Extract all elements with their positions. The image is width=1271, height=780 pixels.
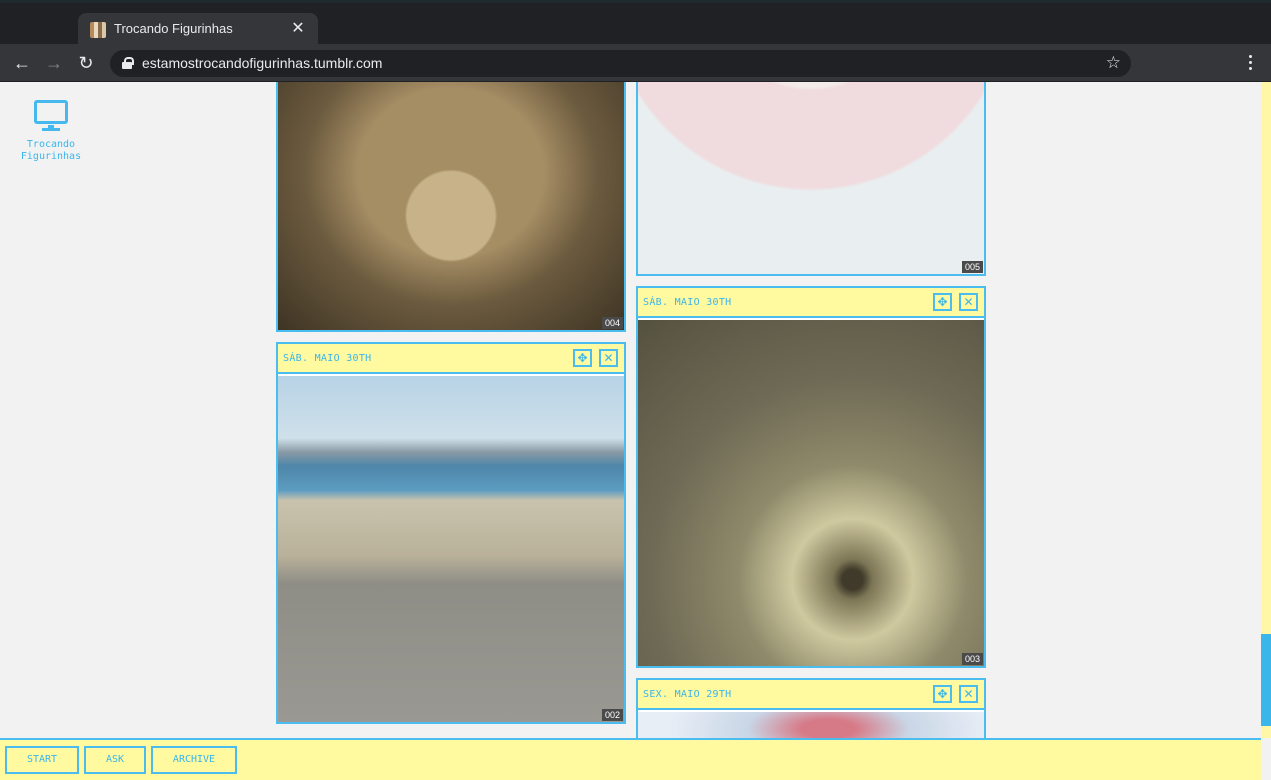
browser-tab[interactable]: Trocando Figurinhas ✕ [78, 13, 318, 47]
lock-icon[interactable] [122, 57, 134, 69]
post-date: SEX. MAIO 29TH [643, 689, 732, 700]
move-icon[interactable]: ✥ [933, 293, 952, 311]
post-image[interactable] [638, 82, 984, 274]
kebab-menu-icon[interactable] [1240, 52, 1260, 74]
move-icon[interactable]: ✥ [933, 685, 952, 703]
close-icon[interactable]: ✕ [959, 685, 978, 703]
start-button[interactable]: START [5, 746, 79, 774]
post-number: 004 [601, 317, 623, 329]
browser-tabstrip: Trocando Figurinhas ✕ [0, 0, 1271, 47]
post-image[interactable] [278, 82, 624, 330]
forward-arrow-icon[interactable]: → [42, 51, 66, 75]
browser-toolbar: ← → ↻ estamostrocandofigurinhas.tumblr.c… [0, 44, 1271, 82]
post-number: 003 [961, 653, 983, 665]
post-header[interactable]: SÁB. MAIO 30TH ✥ ✕ [638, 288, 984, 318]
post-header[interactable]: SÁB. MAIO 30TH ✥ ✕ [278, 344, 624, 374]
scrollbar-thumb[interactable] [1261, 634, 1271, 726]
reload-icon[interactable]: ↻ [74, 51, 98, 75]
desktop-icon[interactable]: Trocando Figurinhas [16, 100, 86, 163]
post-number: 002 [601, 709, 623, 721]
post-header[interactable]: SEX. MAIO 29TH ✥ ✕ [638, 680, 984, 710]
post-date: SÁB. MAIO 30TH [283, 353, 372, 364]
post-window: 004 [276, 82, 626, 332]
archive-button[interactable]: ARCHIVE [151, 746, 237, 774]
page-viewport: Trocando Figurinhas 004 005 SÁB. MAIO 30… [0, 82, 1271, 780]
desktop-icon-label: Trocando Figurinhas [20, 139, 82, 162]
post-image[interactable] [278, 376, 624, 722]
close-icon[interactable]: ✕ [599, 349, 618, 367]
post-window: 005 [636, 82, 986, 276]
bookmark-star-icon[interactable]: ☆ [1106, 53, 1121, 73]
post-window: SÁB. MAIO 30TH ✥ ✕ 003 [636, 286, 986, 668]
tab-title: Trocando Figurinhas [114, 21, 233, 36]
post-window: SÁB. MAIO 30TH ✥ ✕ 002 [276, 342, 626, 724]
favicon-icon [90, 22, 106, 38]
url-text[interactable]: estamostrocandofigurinhas.tumblr.com [142, 55, 382, 71]
move-icon[interactable]: ✥ [573, 349, 592, 367]
ask-button[interactable]: ASK [84, 746, 146, 774]
post-date: SÁB. MAIO 30TH [643, 297, 732, 308]
scrollbar-track[interactable] [1261, 82, 1271, 738]
back-arrow-icon[interactable]: ← [10, 51, 34, 75]
post-image[interactable] [638, 320, 984, 666]
post-number: 005 [961, 261, 983, 273]
address-bar[interactable]: estamostrocandofigurinhas.tumblr.com ☆ [110, 50, 1131, 77]
tab-close-icon[interactable]: ✕ [288, 19, 308, 39]
bottom-nav-bar: START ASK ARCHIVE [0, 738, 1261, 780]
monitor-icon [34, 100, 68, 131]
close-icon[interactable]: ✕ [959, 293, 978, 311]
